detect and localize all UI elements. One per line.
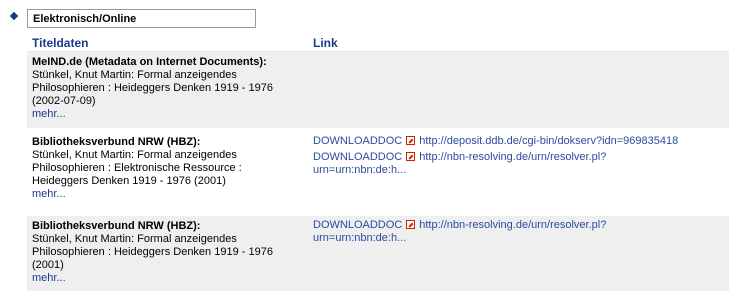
title-line: Stünkel, Knut Martin: Formal anzeigendes [32,149,237,161]
table-row: Bibliotheksverbund NRW (HBZ): Stünkel, K… [27,216,729,291]
more-link[interactable]: mehr... [32,108,307,121]
url-link[interactable]: http://nbn-resolving.de/urn/resolver.pl? [419,151,606,163]
downloaddoc-link[interactable]: DOWNLOADDOC [313,151,402,163]
title-line: Philosophieren : Elektronische Ressource… [32,162,242,174]
title-cell: Bibliotheksverbund NRW (HBZ): Stünkel, K… [32,136,307,201]
title-cell: Bibliotheksverbund NRW (HBZ): Stünkel, K… [32,220,307,285]
table-row: Bibliotheksverbund NRW (HBZ): Stünkel, K… [27,132,729,211]
header-link: Link [313,36,338,50]
more-link[interactable]: mehr... [32,188,307,201]
downloaddoc-link[interactable]: DOWNLOADDOC [313,219,402,231]
url-link-continuation[interactable]: urn=urn:nbn:de:h... [313,164,728,177]
title-cell: MeIND.de (Metadata on Internet Documents… [32,56,307,121]
download-link-line: DOWNLOADDOC http://deposit.ddb.de/cgi-bin… [313,135,728,148]
more-link[interactable]: mehr... [32,272,307,285]
header-titeldaten: Titeldaten [32,36,89,50]
source-name: MeIND.de (Metadata on Internet Documents… [32,56,267,68]
source-name: Bibliotheksverbund NRW (HBZ): [32,220,201,232]
url-link[interactable]: http://deposit.ddb.de/cgi-bin/dokserv?id… [419,135,678,147]
table-row: MeIND.de (Metadata on Internet Documents… [27,52,729,128]
title-line: Philosophieren : Heideggers Denken 1919 … [32,82,273,94]
url-link[interactable]: http://nbn-resolving.de/urn/resolver.pl? [419,219,606,231]
results-panel: Elektronisch/Online Titeldaten Link MeIN… [0,0,729,291]
title-line: Stünkel, Knut Martin: Formal anzeigendes [32,233,237,245]
title-line: (2001) [32,259,64,271]
section-bullet-icon [9,11,19,21]
link-cell: DOWNLOADDOC http://nbn-resolving.de/urn/r… [313,219,728,245]
download-link-line: DOWNLOADDOC http://nbn-resolving.de/urn/r… [313,219,728,232]
external-link-icon[interactable] [406,136,416,145]
title-line: Philosophieren : Heideggers Denken 1919 … [32,246,273,258]
title-line: (2002-07-09) [32,95,96,107]
title-line: Stünkel, Knut Martin: Formal anzeigendes [32,69,237,81]
downloaddoc-link[interactable]: DOWNLOADDOC [313,135,402,147]
source-name: Bibliotheksverbund NRW (HBZ): [32,136,201,148]
external-link-icon[interactable] [406,220,416,229]
title-line: Heideggers Denken 1919 - 1976 (2001) [32,175,226,187]
download-link-line: DOWNLOADDOC http://nbn-resolving.de/urn/r… [313,151,728,164]
section-label: Elektronisch/Online [27,9,256,28]
external-link-icon[interactable] [406,152,416,161]
url-link-continuation[interactable]: urn=urn:nbn:de:h... [313,232,728,245]
link-cell: DOWNLOADDOC http://deposit.ddb.de/cgi-bin… [313,135,728,177]
column-headers: Titeldaten Link [27,31,729,52]
